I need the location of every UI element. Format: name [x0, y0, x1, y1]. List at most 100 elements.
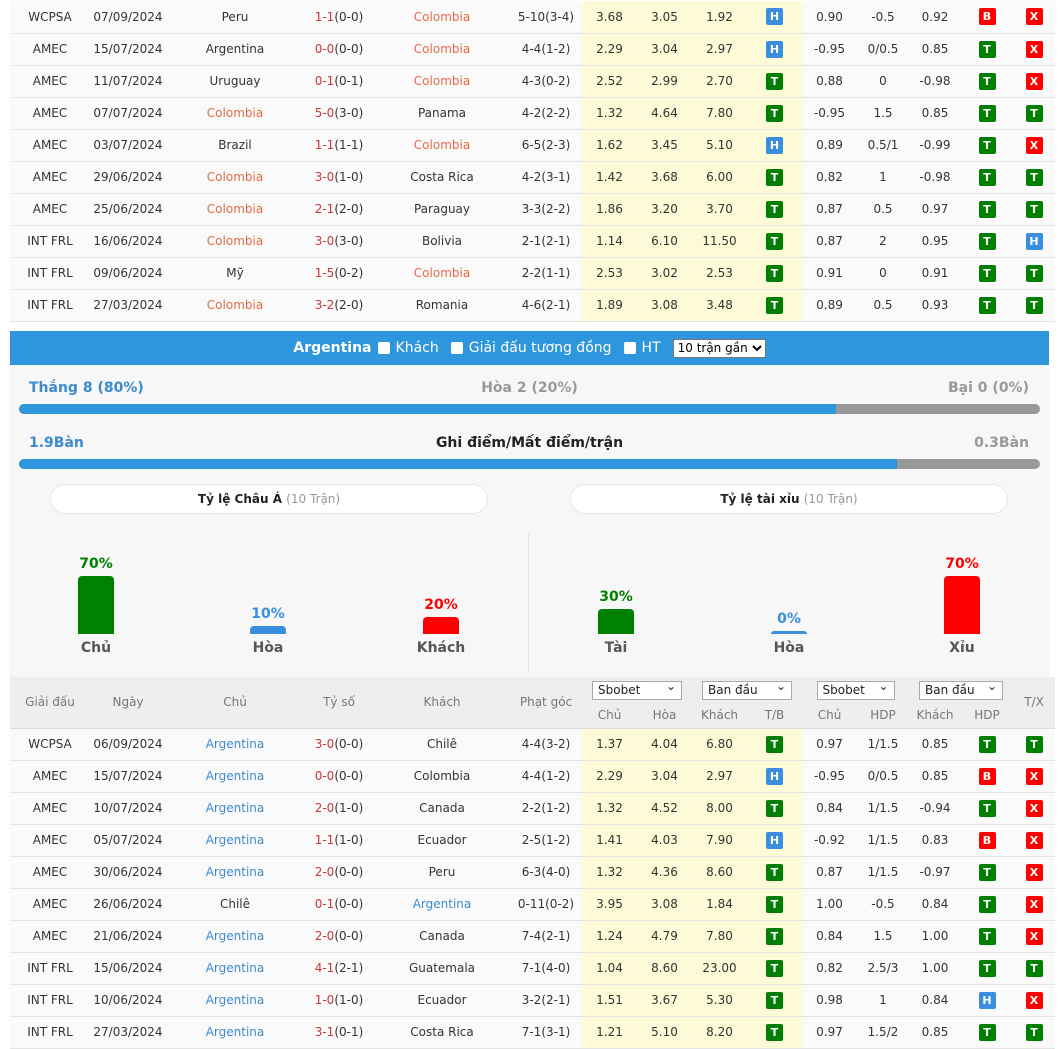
over-under-tab[interactable]: Tỷ lệ tài xỉu (10 Trận) — [570, 484, 1008, 514]
date: 29/06/2024 — [93, 170, 163, 184]
ht-checkbox[interactable] — [623, 342, 636, 354]
win-rate-fill — [19, 404, 836, 414]
home-team[interactable]: Colombia — [207, 202, 263, 216]
over-under-badge: T — [1025, 264, 1043, 282]
same-league-label: Giải đấu tương đồng — [468, 340, 612, 356]
tx-cell: T — [1013, 161, 1055, 194]
away-team[interactable]: Canada — [419, 929, 465, 943]
home-team[interactable]: Uruguay — [210, 74, 261, 88]
away-team[interactable]: Costa Rica — [410, 1025, 473, 1039]
hdp-home-odds: -0.95 — [813, 769, 846, 783]
home-team[interactable]: Argentina — [206, 929, 265, 943]
handicap-line: 1/1.5 — [867, 737, 899, 751]
away-team[interactable]: Canada — [419, 801, 465, 815]
corners: 2-2(1-2) — [521, 801, 571, 815]
away-team[interactable]: Argentina — [413, 897, 472, 911]
league-cell: WCPSA — [10, 728, 90, 761]
away-team[interactable]: Romania — [416, 298, 468, 312]
hdp-result-badge: T — [978, 200, 996, 218]
hdp-away-cell: 0.85 — [909, 1016, 961, 1049]
away-team[interactable]: Colombia — [414, 266, 470, 280]
hdp-away-cell: 0.91 — [909, 257, 961, 290]
home-team[interactable]: Argentina — [206, 769, 265, 783]
away-team[interactable]: Peru — [429, 865, 456, 879]
home-team[interactable]: Argentina — [206, 1025, 265, 1039]
result-badge: H — [766, 136, 783, 154]
away-team[interactable]: Ecuador — [417, 833, 466, 847]
home-team[interactable]: Argentina — [206, 833, 265, 847]
away-team[interactable]: Guatemala — [409, 961, 475, 975]
table-row: AMEC 11/07/2024 Uruguay 0-1(0-1) Colombia 4-3… — [10, 65, 1059, 98]
home-team[interactable]: Argentina — [206, 865, 265, 879]
away-team[interactable]: Colombia — [414, 74, 470, 88]
home-team[interactable]: Colombia — [207, 170, 263, 184]
corners: 3-3(2-2) — [521, 202, 571, 216]
odds-home-cell: 2.29 — [582, 33, 637, 66]
home-team[interactable]: Colombia — [207, 298, 263, 312]
over-under-badge: X — [1025, 72, 1043, 90]
table-row: AMEC 10/07/2024 Argentina 2-0(1-0) Canada 2-2… — [10, 792, 1059, 825]
subheader-4: Chủ — [802, 703, 857, 729]
home-odds: 3.68 — [596, 9, 623, 24]
home-team[interactable]: Colombia — [207, 106, 263, 120]
odds-type-select-1x2[interactable]: Ban đầu — [702, 678, 792, 700]
bar-label: Chủ — [80, 640, 112, 656]
away-team[interactable]: Colombia — [414, 769, 470, 783]
home-team[interactable]: Argentina — [206, 993, 265, 1007]
bookmaker-select-hdp[interactable]: Sbobet — [816, 678, 895, 700]
home-team[interactable]: Argentina — [206, 737, 265, 751]
hdp-result-badge: T — [978, 735, 996, 753]
corner-cell: 7-4(2-1) — [510, 920, 582, 953]
asian-count: (10 Trận) — [286, 492, 341, 506]
away-team[interactable]: Colombia — [414, 10, 470, 24]
home-odds: 3.95 — [596, 897, 623, 911]
home-team[interactable]: Argentina — [206, 801, 265, 815]
date-cell: 07/07/2024 — [90, 97, 166, 130]
league-cell: AMEC — [10, 193, 90, 226]
away-cell: Paraguay — [374, 193, 510, 226]
hdp-away-odds: 0.97 — [921, 202, 949, 216]
asian-handicap-tab[interactable]: Tỷ lệ Châu Á (10 Trận) — [50, 484, 488, 514]
odds-draw-cell: 3.68 — [637, 161, 692, 194]
away-team[interactable]: Panama — [418, 106, 466, 120]
league: INT FRL — [27, 298, 73, 312]
score-cell: 3-1(0-1) — [304, 1016, 374, 1049]
away-team[interactable]: Colombia — [414, 138, 470, 152]
home-team[interactable]: Chilê — [220, 897, 250, 911]
home-team[interactable]: Brazil — [218, 138, 252, 152]
corner-cell: 7-1(4-0) — [510, 952, 582, 985]
home-cell: Brazil — [166, 129, 304, 162]
corners: 3-2(2-1) — [521, 993, 571, 1007]
table-row: AMEC 25/06/2024 Colombia 2-1(2-0) Paraguay 3-… — [10, 193, 1059, 226]
score-cell: 4-1(2-1) — [304, 952, 374, 985]
home-team[interactable]: Mỹ — [226, 266, 243, 280]
odds-home-cell: 2.53 — [582, 257, 637, 290]
corners: 6-5(2-3) — [521, 138, 571, 152]
away-team[interactable]: Paraguay — [414, 202, 470, 216]
home-team[interactable]: Peru — [222, 10, 249, 24]
home-odds: 1.32 — [596, 865, 623, 879]
odds-type-select-hdp[interactable]: Ban đầu — [919, 678, 1003, 700]
away-cell: Costa Rica — [374, 1016, 510, 1049]
odds-away-cell: 5.30 — [692, 984, 747, 1017]
away-team[interactable]: Costa Rica — [410, 170, 473, 184]
away-team[interactable]: Ecuador — [417, 993, 466, 1007]
same-league-checkbox[interactable] — [450, 342, 463, 354]
bookmaker-select-1x2[interactable]: Sbobet — [592, 678, 682, 700]
away-team[interactable]: Colombia — [414, 42, 470, 56]
away-team[interactable]: Bolivia — [422, 234, 462, 248]
home-team[interactable]: Colombia — [207, 234, 263, 248]
home-odds: 1.04 — [596, 961, 623, 975]
away-team[interactable]: Chilê — [427, 737, 457, 751]
hdp-away-cell: 0.95 — [909, 225, 961, 258]
recent-matches-select[interactable]: 10 trận gần — [672, 338, 766, 358]
home-team[interactable]: Argentina — [206, 42, 265, 56]
away-checkbox[interactable] — [377, 342, 390, 354]
tx-cell: X — [1013, 1, 1055, 34]
full-time-score: 0-0 — [314, 42, 335, 56]
home-team[interactable]: Argentina — [206, 961, 265, 975]
tb-cell: H — [747, 129, 802, 162]
hdp-cell: 0.5 — [857, 289, 909, 322]
odds-draw-cell: 3.20 — [637, 193, 692, 226]
hdp-away-odds: -0.94 — [919, 801, 951, 815]
